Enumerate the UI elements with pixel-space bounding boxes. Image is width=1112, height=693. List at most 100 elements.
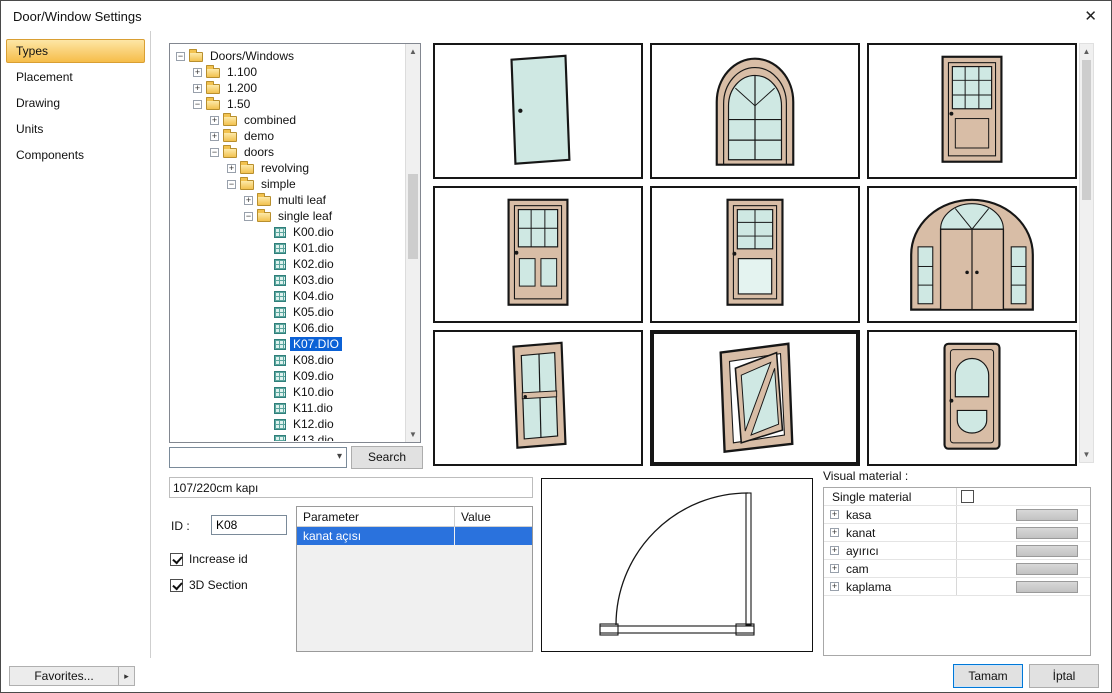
thumbnail-diagonal-pane-open-door[interactable] [650, 330, 860, 466]
tree-expander-icon[interactable]: + [193, 68, 202, 77]
tree-node-doors-windows[interactable]: − Doors/Windows [172, 48, 403, 64]
material-swatch[interactable] [1016, 545, 1078, 557]
material-row-kanat[interactable]: + kanat [824, 524, 1090, 542]
sidebar-item-units[interactable]: Units [6, 117, 145, 141]
tree-node-k00-dio[interactable]: K00.dio [172, 224, 403, 240]
id-input[interactable] [211, 515, 287, 535]
single-material-checkbox[interactable] [961, 490, 974, 503]
parameter-value-cell[interactable] [455, 527, 532, 545]
tree-expander-icon[interactable]: − [227, 180, 236, 189]
material-swatch[interactable] [1016, 581, 1078, 593]
tree-node-k05-dio[interactable]: K05.dio [172, 304, 403, 320]
sidebar-item-types[interactable]: Types [6, 39, 145, 63]
tree-node-1-100[interactable]: + 1.100 [172, 64, 403, 80]
tree-node-k13-dio[interactable]: K13.dio [172, 432, 403, 441]
folder-icon [189, 52, 203, 62]
expand-icon[interactable]: + [830, 510, 839, 519]
material-swatch[interactable] [1016, 509, 1078, 521]
material-row-ayırıcı[interactable]: + ayırıcı [824, 542, 1090, 560]
scroll-down-icon[interactable]: ▼ [1080, 447, 1093, 462]
tree-node-k04-dio[interactable]: K04.dio [172, 288, 403, 304]
tree-node-k07-dio[interactable]: K07.DIO [172, 336, 403, 352]
tree-expander-icon[interactable]: − [193, 100, 202, 109]
single-material-row[interactable]: Single material [824, 488, 1090, 506]
tree-scrollbar[interactable]: ▲ ▼ [405, 44, 420, 442]
tree-node-k12-dio[interactable]: K12.dio [172, 416, 403, 432]
increase-id-checkbox[interactable] [170, 553, 183, 566]
tree-node-1-50[interactable]: − 1.50 [172, 96, 403, 112]
material-swatch[interactable] [1016, 527, 1078, 539]
door-description: 107/220cm kapı [169, 477, 533, 498]
tree-node-k01-dio[interactable]: K01.dio [172, 240, 403, 256]
expand-icon[interactable]: + [830, 546, 839, 555]
tree-node-k03-dio[interactable]: K03.dio [172, 272, 403, 288]
tree-expander-icon[interactable]: − [210, 148, 219, 157]
expand-icon[interactable]: + [830, 564, 839, 573]
tree-node-1-200[interactable]: + 1.200 [172, 80, 403, 96]
titlebar: Door/Window Settings ✕ [1, 1, 1111, 31]
material-swatch[interactable] [1016, 563, 1078, 575]
material-row-kasa[interactable]: + kasa [824, 506, 1090, 524]
increase-id-option[interactable]: Increase id [170, 552, 248, 566]
tree-node-single-leaf[interactable]: − single leaf [172, 208, 403, 224]
tree-node-revolving[interactable]: + revolving [172, 160, 403, 176]
search-button[interactable]: Search [351, 446, 423, 469]
thumbnail-six-pane-two-panel-door[interactable] [433, 186, 643, 322]
file-icon [274, 243, 286, 254]
folder-icon [223, 116, 237, 126]
thumbnail-six-pane-single-light-door[interactable] [650, 186, 860, 322]
tree-expander-icon[interactable]: − [244, 212, 253, 221]
3d-section-option[interactable]: 3D Section [170, 578, 248, 592]
tree-node-simple[interactable]: − simple [172, 176, 403, 192]
thumbnail-arched-multi-pane-door[interactable] [650, 43, 860, 179]
tree-expander-icon[interactable]: − [176, 52, 185, 61]
tree-expander-icon[interactable]: + [210, 132, 219, 141]
ok-button[interactable]: Tamam [953, 664, 1023, 688]
tree-node-k02-dio[interactable]: K02.dio [172, 256, 403, 272]
tree-node-k09-dio[interactable]: K09.dio [172, 368, 403, 384]
tree-node-k06-dio[interactable]: K06.dio [172, 320, 403, 336]
expand-icon[interactable]: + [830, 582, 839, 591]
folder-icon [240, 180, 254, 190]
tree-node-doors[interactable]: − doors [172, 144, 403, 160]
cancel-button[interactable]: İptal [1029, 664, 1099, 688]
preview-scrollbar-thumb[interactable] [1082, 60, 1091, 200]
thumbnail-double-vertical-pane-door[interactable] [433, 330, 643, 466]
parameter-name-cell: kanat açısı [297, 527, 455, 545]
tree-expander-icon[interactable]: + [193, 84, 202, 93]
tree-expander-icon[interactable]: + [210, 116, 219, 125]
tree-expander-icon[interactable]: + [227, 164, 236, 173]
scroll-up-icon[interactable]: ▲ [406, 44, 420, 59]
file-icon [274, 291, 286, 302]
sidebar-item-components[interactable]: Components [6, 143, 145, 167]
tree-node-k11-dio[interactable]: K11.dio [172, 400, 403, 416]
favorites-arrow-icon[interactable]: ▸ [118, 667, 134, 685]
close-icon[interactable]: ✕ [1084, 7, 1097, 25]
folder-icon [223, 148, 237, 158]
sidebar-item-drawing[interactable]: Drawing [6, 91, 145, 115]
3d-section-checkbox[interactable] [170, 579, 183, 592]
tree-node-multi-leaf[interactable]: + multi leaf [172, 192, 403, 208]
tree-scrollbar-thumb[interactable] [408, 174, 418, 259]
material-row-cam[interactable]: + cam [824, 560, 1090, 578]
thumbnail-arch-and-round-window-door[interactable] [867, 330, 1077, 466]
tree-expander-icon[interactable]: + [244, 196, 253, 205]
thumbnail-arched-double-door-with-sidelights[interactable] [867, 186, 1077, 322]
parameter-row[interactable]: kanat açısı [297, 527, 532, 545]
thumbnail-nine-pane-door[interactable] [867, 43, 1077, 179]
favorites-button[interactable]: Favorites... ▸ [9, 666, 135, 686]
tree-node-demo[interactable]: + demo [172, 128, 403, 144]
chevron-down-icon[interactable]: ▾ [337, 451, 342, 462]
sidebar-item-placement[interactable]: Placement [6, 65, 145, 89]
folder-icon [223, 132, 237, 142]
scroll-down-icon[interactable]: ▼ [406, 427, 420, 442]
scroll-up-icon[interactable]: ▲ [1080, 44, 1093, 59]
material-row-kaplama[interactable]: + kaplama [824, 578, 1090, 596]
preview-scrollbar[interactable]: ▲ ▼ [1079, 43, 1094, 463]
thumbnail-plain-glass-door[interactable] [433, 43, 643, 179]
tree-node-combined[interactable]: + combined [172, 112, 403, 128]
tree-node-k08-dio[interactable]: K08.dio [172, 352, 403, 368]
tree-node-k10-dio[interactable]: K10.dio [172, 384, 403, 400]
expand-icon[interactable]: + [830, 528, 839, 537]
search-combo[interactable]: ▾ [169, 447, 347, 468]
